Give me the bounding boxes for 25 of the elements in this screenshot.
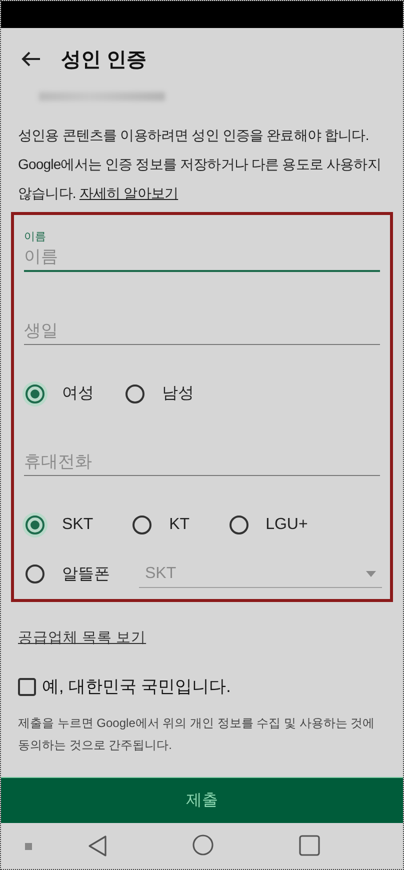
- radio-button[interactable]: [22, 512, 48, 538]
- home-icon[interactable]: [192, 834, 214, 856]
- radio-label: 남성: [162, 384, 194, 404]
- intro-text: 성인용 콘텐츠를 이용하려면 성인 인증을 완료해야 합니다. Google에서는 인증 정보를 저장하거나 다른 용도로 사용하지 않습니다. 자세히 알아보기: [18, 126, 381, 203]
- checkbox[interactable]: [18, 678, 36, 696]
- floating-label: 이름: [24, 230, 47, 244]
- page-title: 성인 인증: [61, 48, 147, 72]
- consent-notice: 제출을 누르면 Google에서 위의 개인 정보를 수집 및 사용하는 것에 동의하는 것으로 간주됩니다.: [18, 715, 376, 754]
- submit-button[interactable]: 제출: [1, 777, 403, 823]
- back-arrow-icon[interactable]: [21, 51, 41, 67]
- checkbox-label: 예, 대한민국 국민입니다.: [42, 676, 231, 698]
- radio-label: SKT: [62, 516, 94, 534]
- name-field[interactable]: 이름: [24, 244, 380, 270]
- radio-label: 여성: [62, 384, 94, 404]
- radio-label: LGU+: [266, 516, 308, 534]
- phone-field[interactable]: 휴대전화: [24, 448, 380, 475]
- radio-label: KT: [169, 516, 190, 534]
- back-icon[interactable]: [88, 835, 107, 857]
- provider-list-link[interactable]: 공급업체 목록 보기: [18, 628, 146, 647]
- radio-label: 알뜰폰: [62, 564, 110, 585]
- learn-more-link[interactable]: 자세히 알아보기: [79, 185, 178, 201]
- recents-icon[interactable]: [299, 835, 320, 856]
- radio-button[interactable]: [22, 380, 48, 407]
- birthday-field[interactable]: 생일: [24, 318, 380, 344]
- caret-icon: [366, 570, 376, 577]
